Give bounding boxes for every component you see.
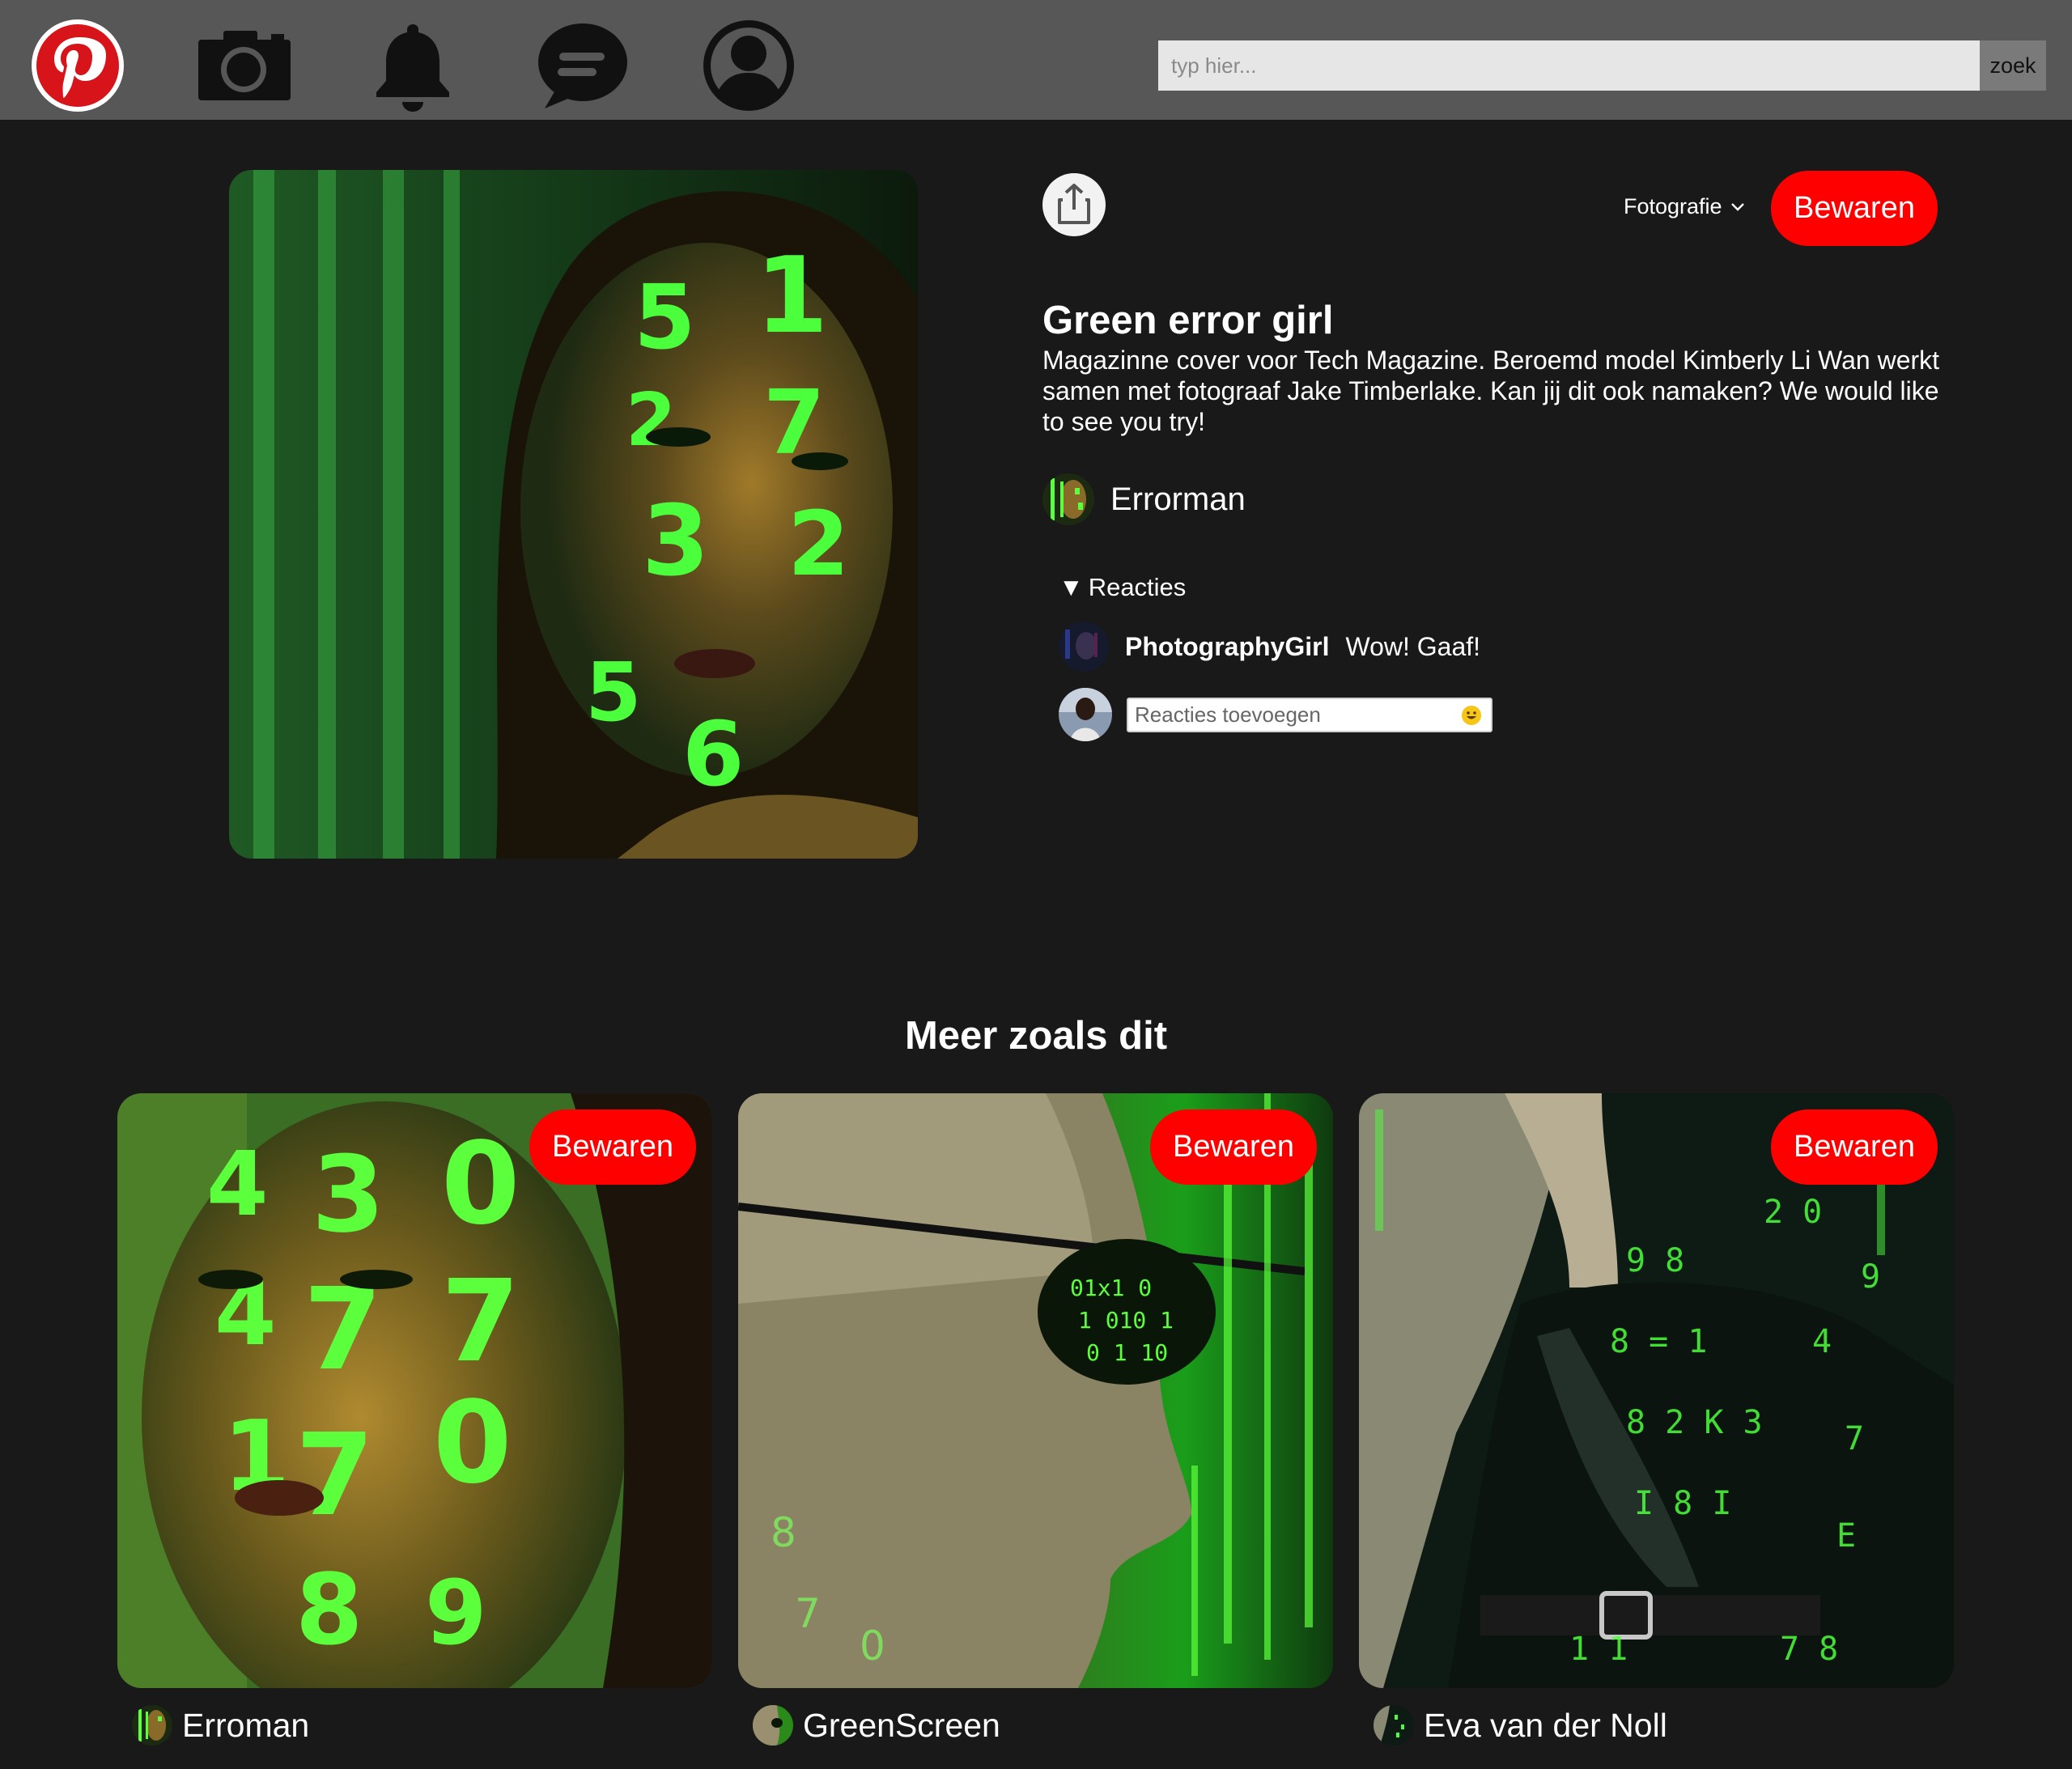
related-pin-image[interactable]: 01x1 0 1 010 1 0 1 10 8 70 Bewaren [738,1093,1333,1688]
commenter-avatar [1059,621,1109,672]
svg-text:8: 8 [771,1509,796,1556]
card-author[interactable]: GreenScreen [753,1705,1000,1746]
card-author-avatar [753,1705,793,1746]
comment-input[interactable] [1128,698,1452,731]
category-dropdown[interactable]: Fotografie [1624,194,1745,219]
svg-text:7 8: 7 8 [1780,1631,1838,1668]
svg-text:1 1: 1 1 [1569,1631,1628,1668]
author-name: Errorman [1110,481,1246,517]
svg-text:0: 0 [433,1377,512,1509]
svg-text:7: 7 [1845,1420,1864,1457]
pin-image[interactable]: 5 1 2 7 3 2 5 6 [229,170,918,859]
svg-text:9: 9 [425,1561,487,1665]
comment-text: Wow! Gaaf! [1345,631,1481,661]
svg-text:8 = 1: 8 = 1 [1610,1323,1707,1360]
svg-text:5: 5 [634,265,696,369]
search-button[interactable]: zoek [1980,40,2046,91]
svg-text:1 010 1: 1 010 1 [1078,1307,1174,1334]
card-author-avatar [132,1705,172,1746]
pin-title: Green error girl [1042,299,1334,342]
svg-text:0 1 10: 0 1 10 [1086,1339,1168,1366]
card-author[interactable]: Erroman [132,1705,309,1746]
svg-text:3: 3 [642,486,710,598]
svg-text:9 8: 9 8 [1626,1242,1684,1279]
svg-text:1: 1 [755,234,828,357]
pin-description: Magazinne cover voor Tech Magazine. Bero… [1042,346,1940,436]
card-author-name: GreenScreen [803,1706,1000,1744]
svg-text:7: 7 [795,1590,821,1637]
comment-username[interactable]: PhotographyGirl [1125,632,1329,662]
author-avatar [1042,473,1094,525]
related-pin-card[interactable]: 4 3 0 4 7 7 1 7 0 8 9 Bewaren Erroman [117,1093,712,1746]
related-pin-image[interactable]: 9 82 09 8 = 14 8 2 K 37 I 8 IE 1 17 8 Be… [1359,1093,1954,1688]
svg-text:7: 7 [295,1410,374,1542]
svg-text:8 2 K 3: 8 2 K 3 [1626,1404,1763,1441]
related-pin-card[interactable]: 9 82 09 8 = 14 8 2 K 37 I 8 IE 1 17 8 Be… [1359,1093,1954,1746]
add-comment-row [1059,688,1492,741]
more-like-this-title: Meer zoals dit [904,1014,1168,1058]
related-pin-image[interactable]: 4 3 0 4 7 7 1 7 0 8 9 Bewaren [117,1093,712,1688]
svg-text:4: 4 [1812,1323,1832,1360]
svg-text:2: 2 [626,378,677,463]
bell-icon[interactable] [365,18,461,113]
card-save-button[interactable]: Bewaren [1771,1109,1938,1185]
comments-toggle[interactable]: ▼ Reacties [1059,573,1186,602]
svg-text:2: 2 [788,492,850,596]
card-author[interactable]: Eva van der Noll [1374,1705,1667,1746]
share-icon [1058,184,1090,224]
card-author-name: Erroman [182,1706,310,1744]
svg-text:01x1 0: 01x1 0 [1070,1275,1152,1301]
search-input[interactable] [1158,40,1980,91]
chat-icon[interactable] [533,18,629,113]
current-user-avatar [1059,688,1112,741]
camera-icon[interactable] [197,18,292,113]
svg-text:6: 6 [682,702,745,806]
related-pin-card[interactable]: 01x1 0 1 010 1 0 1 10 8 70 Bewaren GreenS… [738,1093,1333,1746]
card-author-avatar [1374,1705,1414,1746]
card-save-button[interactable]: Bewaren [1150,1109,1317,1185]
card-author-name: Eva van der Noll [1424,1706,1667,1744]
share-button[interactable] [1042,173,1106,236]
save-button[interactable]: Bewaren [1771,171,1938,246]
top-navigation-bar: zoek [0,0,2072,120]
svg-text:7: 7 [441,1256,520,1388]
svg-text:5: 5 [585,645,642,740]
card-save-button[interactable]: Bewaren [529,1109,696,1185]
triangle-down-icon: ▼ [1059,573,1084,601]
pinterest-logo-icon[interactable] [30,18,125,113]
svg-text:0: 0 [441,1118,520,1250]
comment-item: PhotographyGirl Wow! Gaaf! [1059,621,1480,672]
category-label: Fotografie [1624,194,1722,218]
svg-text:2 0: 2 0 [1764,1194,1822,1231]
svg-text:0: 0 [860,1623,885,1669]
emoji-icon[interactable] [1462,705,1481,725]
comments-toggle-label: Reacties [1088,573,1187,601]
svg-text:9: 9 [1861,1258,1880,1296]
chevron-down-icon [1730,202,1744,211]
svg-text:4: 4 [206,1132,269,1236]
comment-field [1127,697,1492,732]
profile-icon[interactable] [701,18,796,113]
svg-text:I 8 I: I 8 I [1634,1485,1731,1522]
svg-text:E: E [1836,1517,1856,1555]
svg-text:8: 8 [295,1555,363,1667]
svg-text:3: 3 [312,1133,384,1256]
pin-author[interactable]: Errorman [1042,473,1246,525]
